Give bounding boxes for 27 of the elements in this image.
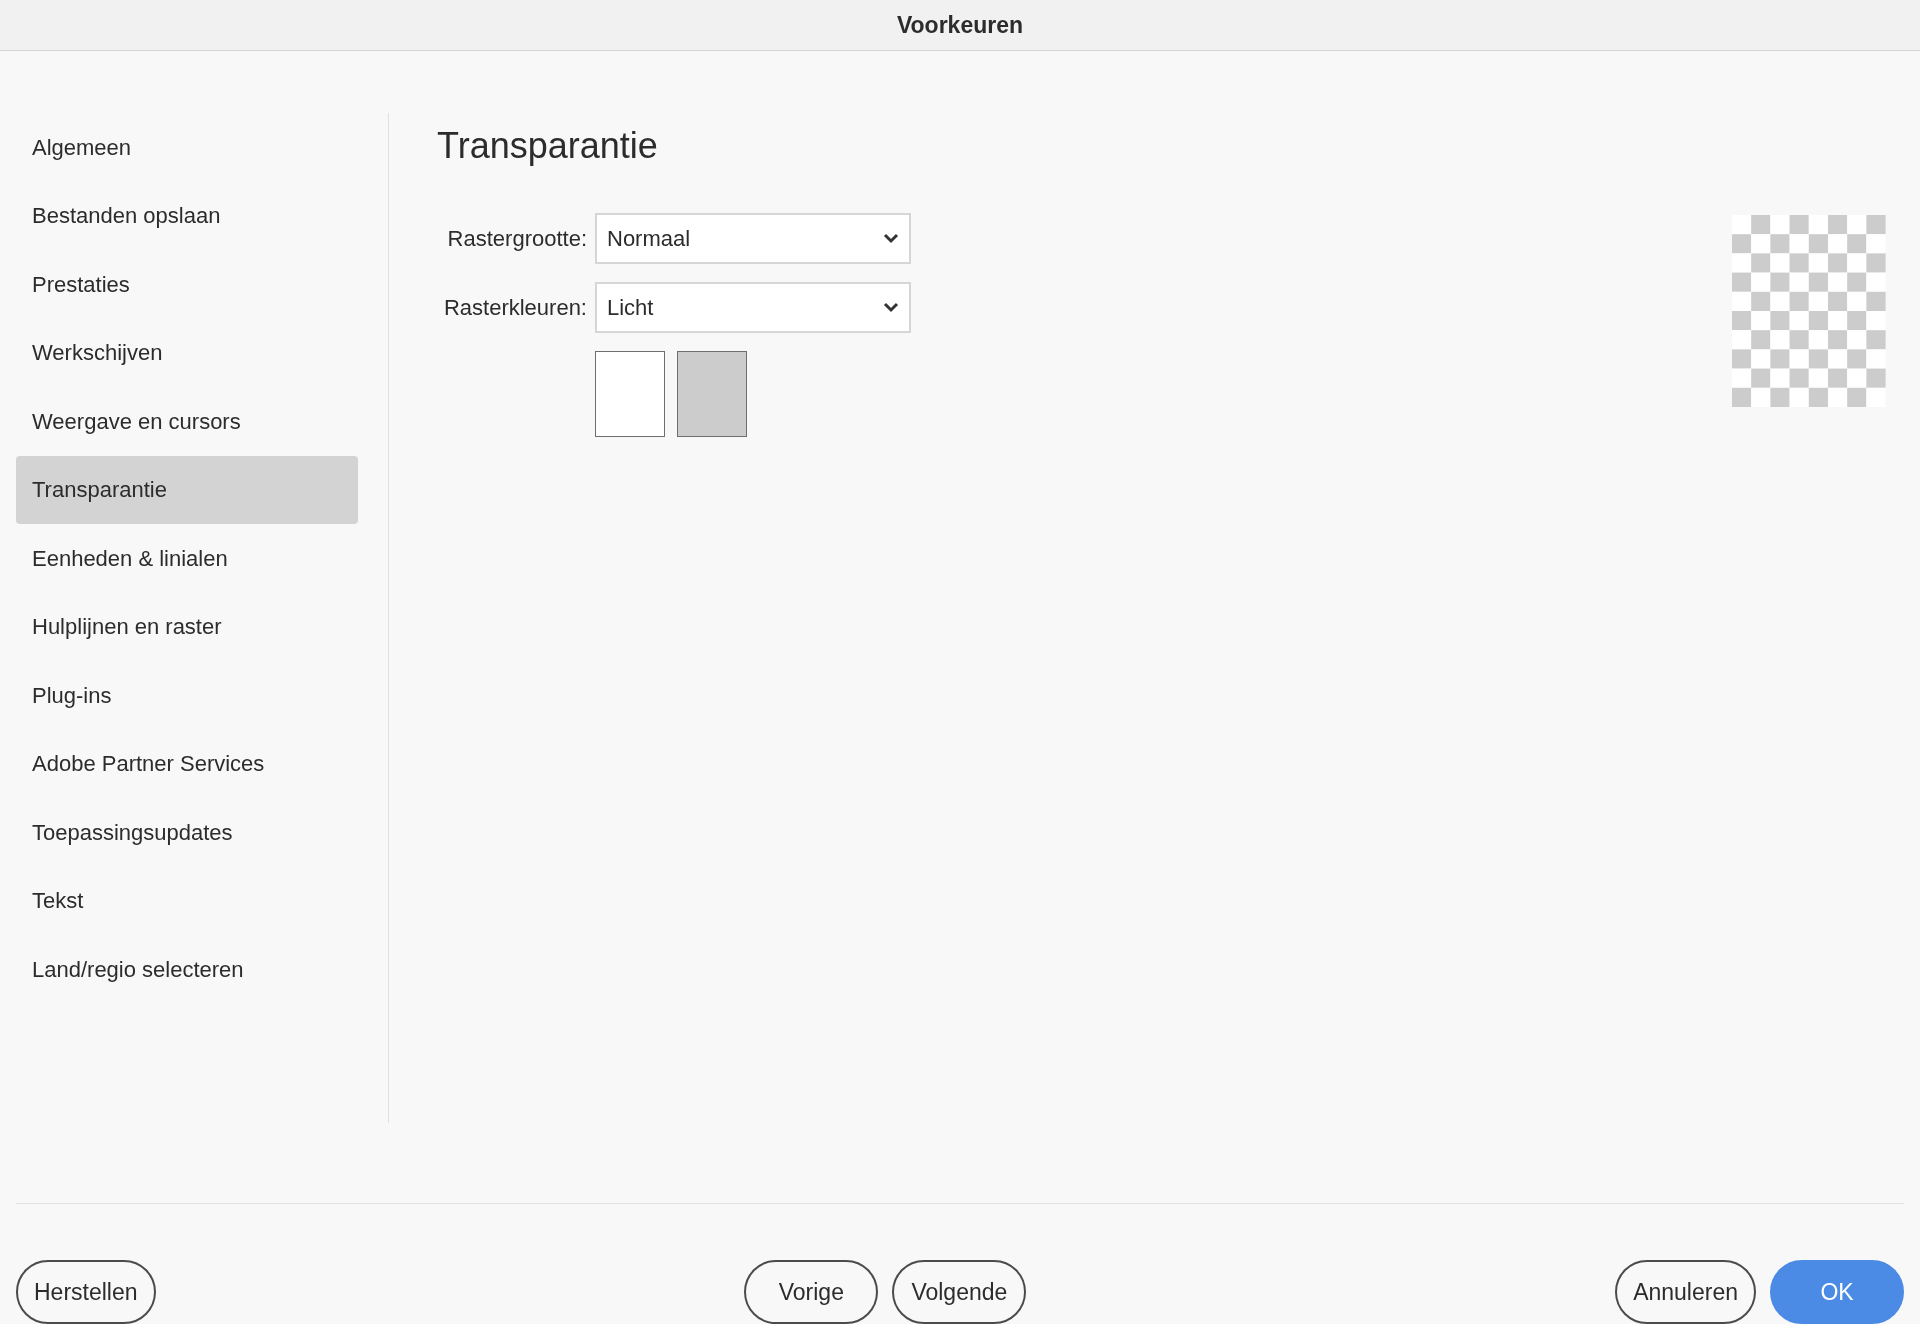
chevron-down-icon [883,302,899,313]
sidebar-item[interactable]: Eenheden & linialen [16,524,358,593]
field-label: Rasterkleuren: [442,294,587,322]
panel-heading: Transparantie [437,124,659,168]
dialog-button[interactable]: Annuleren [1615,1260,1756,1324]
sidebar-item[interactable]: Toepassingsupdates [16,798,358,867]
sidebar-item[interactable]: Prestaties [16,250,358,319]
dialog-button[interactable]: Volgende [892,1260,1027,1324]
sidebar-item[interactable]: Tekst [16,866,358,935]
dialog-button[interactable]: Herstellen [16,1260,156,1324]
dropdown[interactable]: Normaal [595,213,911,264]
sidebar-item[interactable]: Land/regio selecteren [16,935,358,1004]
sidebar-item[interactable]: Adobe Partner Services [16,729,358,798]
sidebar-item[interactable]: Plug-ins [16,661,358,730]
chevron-down-icon [883,233,899,244]
dialog-button[interactable]: Vorige [744,1260,879,1324]
sidebar-item[interactable]: Bestanden opslaan [16,181,358,250]
dropdown[interactable]: Licht [595,282,911,333]
sidebar-item[interactable]: Hulplijnen en raster [16,592,358,661]
sidebar-item[interactable]: Transparantie [16,455,358,524]
sidebar-item[interactable]: Weergave en cursors [16,387,358,456]
color-swatch[interactable] [677,351,747,437]
color-swatch[interactable] [595,351,665,437]
window-title: Voorkeuren [0,0,1920,51]
sidebar-item[interactable]: Algemeen [16,113,358,182]
sidebar-item[interactable]: Werkschijven [16,318,358,387]
field-label: Rastergrootte: [446,225,587,253]
